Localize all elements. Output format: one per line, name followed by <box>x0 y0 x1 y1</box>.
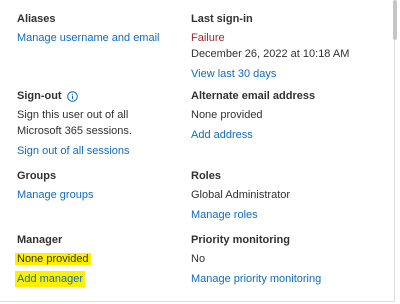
manage-roles-link[interactable]: Manage roles <box>191 207 258 223</box>
sign-out-heading: Sign-out <box>17 90 62 102</box>
manage-groups-link[interactable]: Manage groups <box>17 187 93 203</box>
scrollbar[interactable] <box>393 0 397 40</box>
add-address-link[interactable]: Add address <box>191 127 253 143</box>
manage-username-email-link[interactable]: Manage username and email <box>17 30 159 46</box>
sign-out-all-sessions-link[interactable]: Sign out of all sessions <box>17 143 130 159</box>
sign-out-description-line2: Microsoft 365 sessions. <box>17 125 132 137</box>
sign-out-description-line1: Sign this user out of all <box>17 109 129 121</box>
alternate-email-heading: Alternate email address <box>191 90 316 102</box>
aliases-heading: Aliases <box>17 13 56 25</box>
roles-section: Roles Global Administrator Manage roles <box>191 168 290 223</box>
roles-heading: Roles <box>191 170 221 182</box>
aliases-section: Aliases Manage username and email <box>17 11 159 46</box>
manager-value: None provided <box>15 253 91 265</box>
manage-priority-monitoring-link[interactable]: Manage priority monitoring <box>191 271 321 287</box>
view-last-30-days-link[interactable]: View last 30 days <box>191 66 276 82</box>
info-icon[interactable] <box>66 90 78 102</box>
groups-section: Groups Manage groups <box>17 168 93 203</box>
last-sign-in-heading: Last sign-in <box>191 13 253 25</box>
priority-monitoring-heading: Priority monitoring <box>191 234 290 246</box>
alternate-email-section: Alternate email address None provided Ad… <box>191 88 315 143</box>
sign-in-timestamp: December 26, 2022 at 10:18 AM <box>191 48 350 60</box>
groups-heading: Groups <box>17 170 57 182</box>
sign-in-status: Failure <box>191 32 225 44</box>
manager-section: Manager None provided Add manager <box>15 232 91 287</box>
roles-value: Global Administrator <box>191 189 291 201</box>
priority-monitoring-value: No <box>191 253 206 265</box>
sign-out-heading-row: Sign-out <box>17 88 187 104</box>
last-sign-in-section: Last sign-in Failure December 26, 2022 a… <box>191 11 349 82</box>
priority-monitoring-section: Priority monitoring No Manage priority m… <box>191 232 321 287</box>
alternate-email-value: None provided <box>191 109 263 121</box>
manager-heading: Manager <box>17 234 63 246</box>
sign-out-section: Sign-out Sign this user out of all Micro… <box>17 88 187 159</box>
add-manager-link[interactable]: Add manager <box>15 271 86 287</box>
